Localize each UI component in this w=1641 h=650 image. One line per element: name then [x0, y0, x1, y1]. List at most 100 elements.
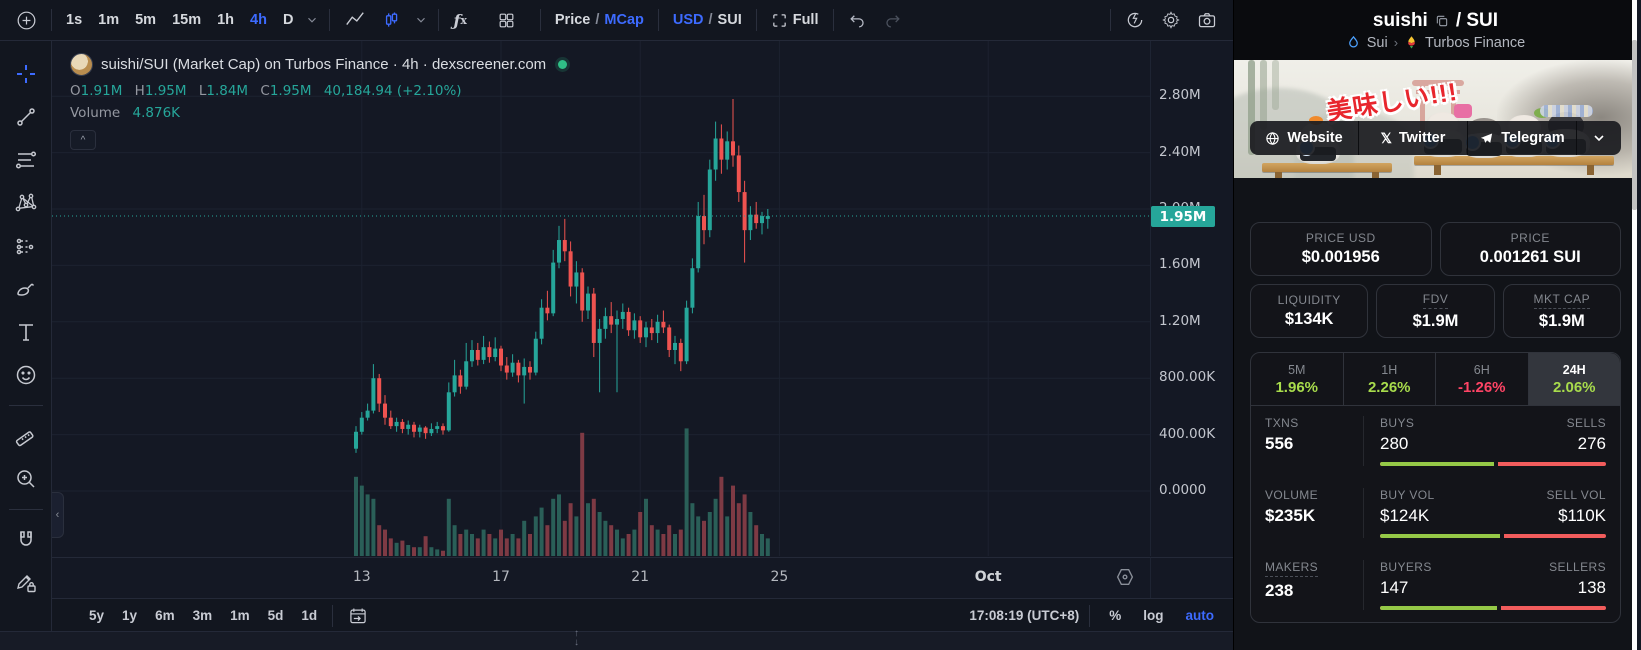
website-button[interactable]: Website	[1250, 121, 1359, 155]
perf-timeframes-row: 5M 1.96% 1H 2.26% 6H -1.26% 24H 2.06%	[1251, 353, 1620, 406]
zoom-in-tool-button[interactable]	[7, 460, 45, 498]
range-6m-button[interactable]: 6m	[146, 608, 184, 623]
time-axis[interactable]: 13 17 21 25 Oct	[52, 557, 1150, 599]
sui-chain-icon	[1346, 35, 1361, 50]
timeframe-5m[interactable]: 5m	[127, 6, 164, 34]
pencil-lock-icon	[14, 571, 38, 595]
screenshot-button[interactable]	[1189, 6, 1225, 34]
chart-type-menu-button[interactable]	[410, 6, 432, 34]
price-mcap-toggle[interactable]: Price / MCap	[547, 6, 652, 34]
token-pair: / SUI	[1455, 9, 1499, 31]
redo-button[interactable]	[875, 6, 910, 34]
range-5d-button[interactable]: 5d	[259, 608, 293, 623]
ruler-icon	[14, 424, 38, 448]
timeframe-menu-button[interactable]	[301, 6, 323, 34]
trend-line-tool-button[interactable]	[7, 98, 45, 136]
perf-tab-6h[interactable]: 6H -1.26%	[1436, 353, 1529, 405]
timeframe-15m[interactable]: 15m	[164, 6, 209, 34]
price-tag-icon[interactable]	[1114, 566, 1136, 588]
candle-chart-type-button[interactable]	[374, 6, 410, 34]
timeframe-1d[interactable]: D	[275, 6, 301, 34]
layout-grid-button[interactable]	[489, 6, 524, 34]
liquidity-boxes-row: LIQUIDITY $134K FDV $1.9M MKT CAP $1.9M	[1250, 284, 1621, 338]
perf-tab-24h-active[interactable]: 24H 2.06%	[1528, 353, 1620, 405]
pane-resize-arrows[interactable]: ↑ ↓	[574, 629, 579, 648]
dex-name[interactable]: Turbos Finance	[1425, 35, 1525, 51]
smiley-icon	[14, 363, 38, 387]
txns-stat-row: TXNS 556 BUYS SELLS 280 276	[1251, 406, 1620, 478]
line-chart-type-button[interactable]	[336, 6, 374, 34]
timeframe-4h-active[interactable]: 4h	[242, 6, 275, 34]
perf-tab-5m[interactable]: 5M 1.96%	[1251, 353, 1344, 405]
telegram-button[interactable]: Telegram	[1468, 121, 1577, 155]
chart-legend: suishi/SUI (Market Cap) on Turbos Financ…	[70, 53, 568, 150]
telegram-label: Telegram	[1501, 130, 1565, 146]
turbos-dex-icon	[1404, 35, 1419, 50]
auto-scale-button[interactable]: auto	[1177, 608, 1224, 623]
price-boxes-row: PRICE USD $0.001956 PRICE 0.001261 SUI	[1250, 222, 1621, 276]
text-tool-button[interactable]	[7, 313, 45, 351]
range-1d-button[interactable]: 1d	[292, 608, 326, 623]
price-axis[interactable]: 2.80M2.40M2.00M1.60M1.20M800.00K400.00K0…	[1150, 41, 1234, 556]
usd-sui-toggle[interactable]: USD / SUI	[665, 6, 750, 34]
trend-line-icon	[14, 105, 38, 129]
mcap-toggle-label: MCap	[604, 12, 644, 28]
more-links-button[interactable]	[1577, 121, 1621, 155]
drawing-toolbar	[0, 41, 52, 650]
range-1y-button[interactable]: 1y	[113, 608, 146, 623]
perf-tab-1h[interactable]: 1H 2.26%	[1344, 353, 1436, 405]
clock-bolt-icon	[1125, 10, 1145, 30]
add-symbol-button[interactable]	[8, 6, 45, 34]
bottom-scroll-strip[interactable]	[0, 631, 1233, 650]
indicators-button[interactable]: ƒx	[445, 6, 474, 34]
toolbar-divider	[438, 9, 440, 31]
axis-corner	[1116, 557, 1234, 599]
chain-name[interactable]: Sui	[1367, 35, 1388, 51]
fullscreen-button[interactable]: Full	[763, 6, 827, 34]
camera-icon	[1197, 10, 1217, 30]
panel-scrollbar[interactable]	[1632, 0, 1637, 650]
fib-retracement-tool-button[interactable]	[7, 141, 45, 179]
pattern-tool-button[interactable]	[7, 184, 45, 222]
xabcd-pattern-icon	[14, 191, 38, 215]
log-scale-button[interactable]: log	[1134, 608, 1172, 623]
range-1m-button[interactable]: 1m	[221, 608, 259, 623]
toolbar-divider	[755, 9, 757, 31]
emoji-tool-button[interactable]	[7, 356, 45, 394]
usd-toggle-label: USD	[672, 12, 704, 28]
x-twitter-icon: 𝕏	[1380, 129, 1392, 146]
magnet-tool-button[interactable]	[7, 521, 45, 559]
settings-button[interactable]	[1153, 6, 1189, 34]
legend-collapse-button[interactable]: ^	[70, 130, 96, 150]
lock-drawings-button[interactable]	[7, 564, 45, 602]
grid-layout-icon	[497, 11, 516, 30]
crosshair-tool-button[interactable]	[7, 55, 45, 93]
copy-icon[interactable]	[1435, 14, 1449, 28]
makers-stat-row: MAKERS 238 BUYERS SELLERS 147 138	[1251, 550, 1620, 622]
brush-tool-button[interactable]	[7, 270, 45, 308]
range-5y-button[interactable]: 5y	[80, 608, 113, 623]
measure-tool-button[interactable]	[7, 417, 45, 455]
forecast-tool-button[interactable]	[7, 227, 45, 265]
sui-toggle-label: SUI	[717, 12, 742, 28]
undo-button[interactable]	[840, 6, 875, 34]
scrollbar-thumb[interactable]	[1632, 40, 1637, 210]
chart-pane[interactable]: suishi/SUI (Market Cap) on Turbos Financ…	[52, 41, 1150, 556]
twitter-button[interactable]: 𝕏 Twitter	[1359, 121, 1468, 155]
price-axis-label: 2.40M	[1159, 143, 1201, 160]
quick-settings-button[interactable]	[1117, 6, 1153, 34]
timeframe-1s[interactable]: 1s	[58, 6, 90, 34]
timeframe-1m[interactable]: 1m	[90, 6, 127, 34]
range-3m-button[interactable]: 3m	[184, 608, 222, 623]
live-status-dot	[558, 60, 568, 69]
go-to-date-button[interactable]	[339, 606, 377, 626]
fullscreen-icon	[771, 12, 788, 29]
undo-icon	[848, 11, 867, 30]
timeframe-1h[interactable]: 1h	[209, 6, 242, 34]
toolbar-divider	[1110, 9, 1111, 31]
percent-scale-button[interactable]: %	[1100, 608, 1130, 623]
candlestick-icon	[382, 10, 402, 30]
globe-icon	[1265, 131, 1280, 146]
price-axis-label: 400.00K	[1159, 425, 1216, 442]
clock-display[interactable]: 17:08:19 (UTC+8)	[969, 608, 1079, 623]
